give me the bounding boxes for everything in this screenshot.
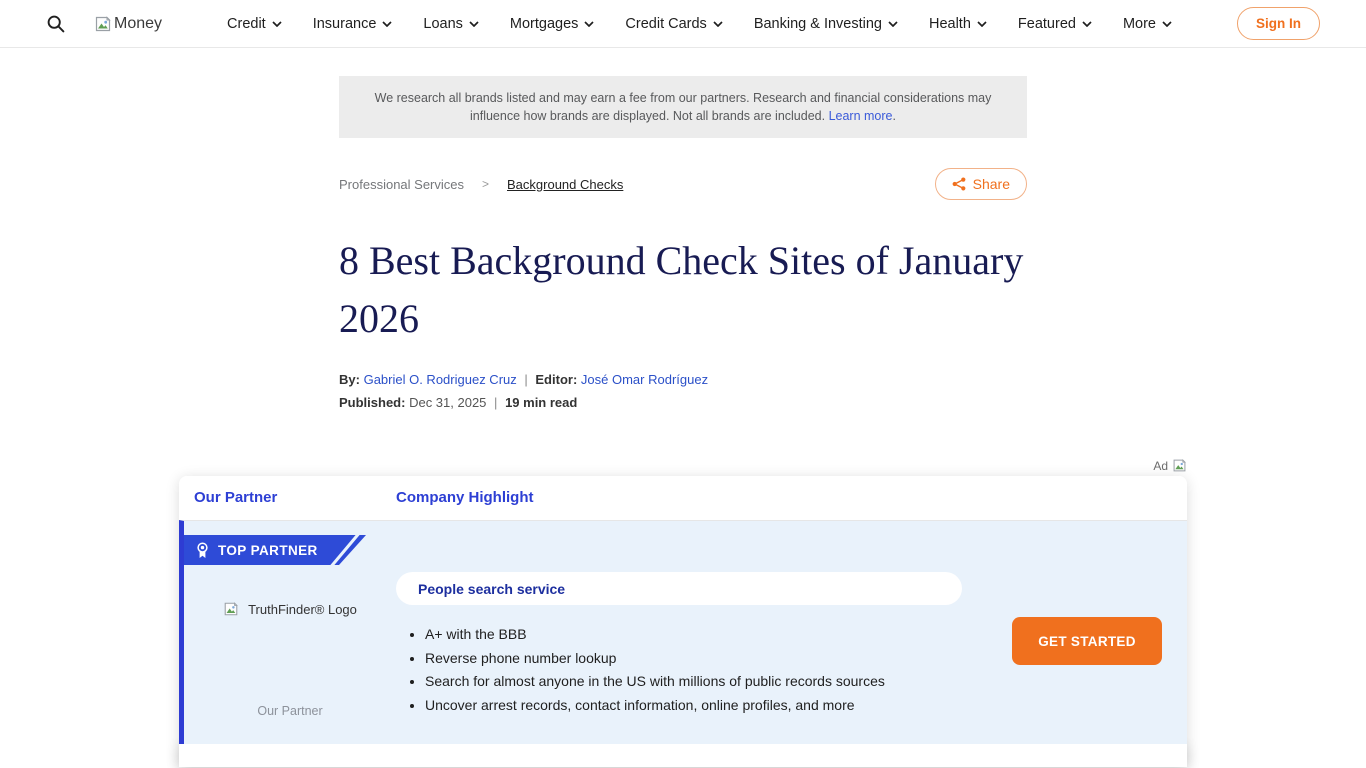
chevron-down-icon [272, 21, 282, 27]
advertiser-disclosure: We research all brands listed and may ea… [339, 76, 1027, 138]
published-label: Published: [339, 395, 405, 410]
chevron-down-icon [888, 21, 898, 27]
chevron-down-icon [584, 21, 594, 27]
nav-label: Loans [423, 16, 463, 32]
top-partner-card: Our Partner Company Highlight TOP PARTNE… [179, 476, 1187, 767]
money-logo[interactable]: Money [94, 15, 162, 33]
main-nav: Credit Insurance Loans Mortgages Credit … [162, 16, 1237, 32]
feature-item: Uncover arrest records, contact informat… [425, 697, 962, 713]
broken-image-icon [223, 601, 239, 617]
nav-item-credit[interactable]: Credit [227, 16, 282, 32]
feature-item: A+ with the BBB [425, 626, 962, 642]
learn-more-link[interactable]: Learn more [829, 109, 893, 123]
nav-item-credit-cards[interactable]: Credit Cards [625, 16, 722, 32]
ad-label: Ad [1153, 459, 1168, 473]
nav-item-health[interactable]: Health [929, 16, 987, 32]
nav-item-loans[interactable]: Loans [423, 16, 479, 32]
nav-item-banking-investing[interactable]: Banking & Investing [754, 16, 898, 32]
nav-label: Banking & Investing [754, 16, 882, 32]
breadcrumb-separator: > [482, 177, 489, 191]
get-started-button[interactable]: GET STARTED [1012, 617, 1162, 665]
column-header-company-highlight: Company Highlight [396, 489, 534, 506]
chevron-down-icon [469, 21, 479, 27]
broken-image-icon [1172, 458, 1187, 473]
by-label: By: [339, 372, 360, 387]
highlight-text: People search service [418, 581, 565, 597]
byline-pipe: | [520, 372, 531, 387]
nav-label: Mortgages [510, 16, 579, 32]
disclosure-text: We research all brands listed and may ea… [375, 91, 992, 123]
breadcrumb: Professional Services > Background Check… [339, 177, 623, 192]
breadcrumb-background-checks[interactable]: Background Checks [507, 177, 623, 192]
partner-logo-cell: TruthFinder® Logo Our Partner [184, 521, 396, 744]
broken-image-icon [94, 15, 112, 33]
nav-label: Health [929, 16, 971, 32]
nav-label: Credit [227, 16, 266, 32]
sign-in-button[interactable]: Sign In [1237, 7, 1320, 40]
feature-item: Reverse phone number lookup [425, 650, 962, 666]
chevron-down-icon [1082, 21, 1092, 27]
logo-alt-text: Money [114, 15, 162, 33]
editor-link[interactable]: José Omar Rodríguez [581, 372, 708, 387]
nav-item-more[interactable]: More [1123, 16, 1172, 32]
share-label: Share [973, 176, 1010, 192]
nav-label: Insurance [313, 16, 377, 32]
chevron-down-icon [1162, 21, 1172, 27]
nav-label: Credit Cards [625, 16, 706, 32]
share-icon [952, 177, 966, 191]
partner-table-header: Our Partner Company Highlight [179, 476, 1187, 520]
disclosure-period: . [893, 109, 896, 123]
breadcrumb-professional-services[interactable]: Professional Services [339, 177, 464, 192]
editor-label: Editor: [535, 372, 577, 387]
partner-logo[interactable]: TruthFinder® Logo [184, 601, 396, 617]
column-header-our-partner: Our Partner [194, 489, 277, 506]
search-icon[interactable] [46, 13, 68, 35]
feature-item: Search for almost anyone in the US with … [425, 673, 962, 689]
read-time: 19 min read [505, 395, 577, 410]
published-date: Dec 31, 2025 [409, 395, 486, 410]
chevron-down-icon [713, 21, 723, 27]
author-link[interactable]: Gabriel O. Rodriguez Cruz [364, 372, 517, 387]
chevron-down-icon [977, 21, 987, 27]
highlight-pill: People search service [396, 572, 962, 605]
nav-item-insurance[interactable]: Insurance [313, 16, 393, 32]
chevron-down-icon [382, 21, 392, 27]
page-title: 8 Best Background Check Sites of January… [339, 232, 1027, 348]
ad-label-row: Ad [179, 458, 1187, 473]
partner-logo-alt-text: TruthFinder® Logo [248, 602, 357, 617]
nav-label: Featured [1018, 16, 1076, 32]
nav-label: More [1123, 16, 1156, 32]
partner-row: TOP PARTNER TruthFinder® Logo Our Partne… [179, 520, 1187, 744]
published-line: Published: Dec 31, 2025 | 19 min read [339, 395, 1027, 410]
company-highlight-cell: People search service A+ with the BBB Re… [396, 521, 962, 720]
our-partner-caption: Our Partner [184, 704, 396, 718]
nav-item-featured[interactable]: Featured [1018, 16, 1092, 32]
byline: By: Gabriel O. Rodriguez Cruz | Editor: … [339, 372, 1027, 387]
next-partner-row-partial [179, 744, 1187, 767]
nav-item-mortgages[interactable]: Mortgages [510, 16, 595, 32]
share-button[interactable]: Share [935, 168, 1027, 200]
top-navigation-bar: Money Credit Insurance Loans Mortgages C… [0, 0, 1366, 48]
publine-pipe: | [490, 395, 501, 410]
feature-list: A+ with the BBB Reverse phone number loo… [425, 626, 962, 713]
